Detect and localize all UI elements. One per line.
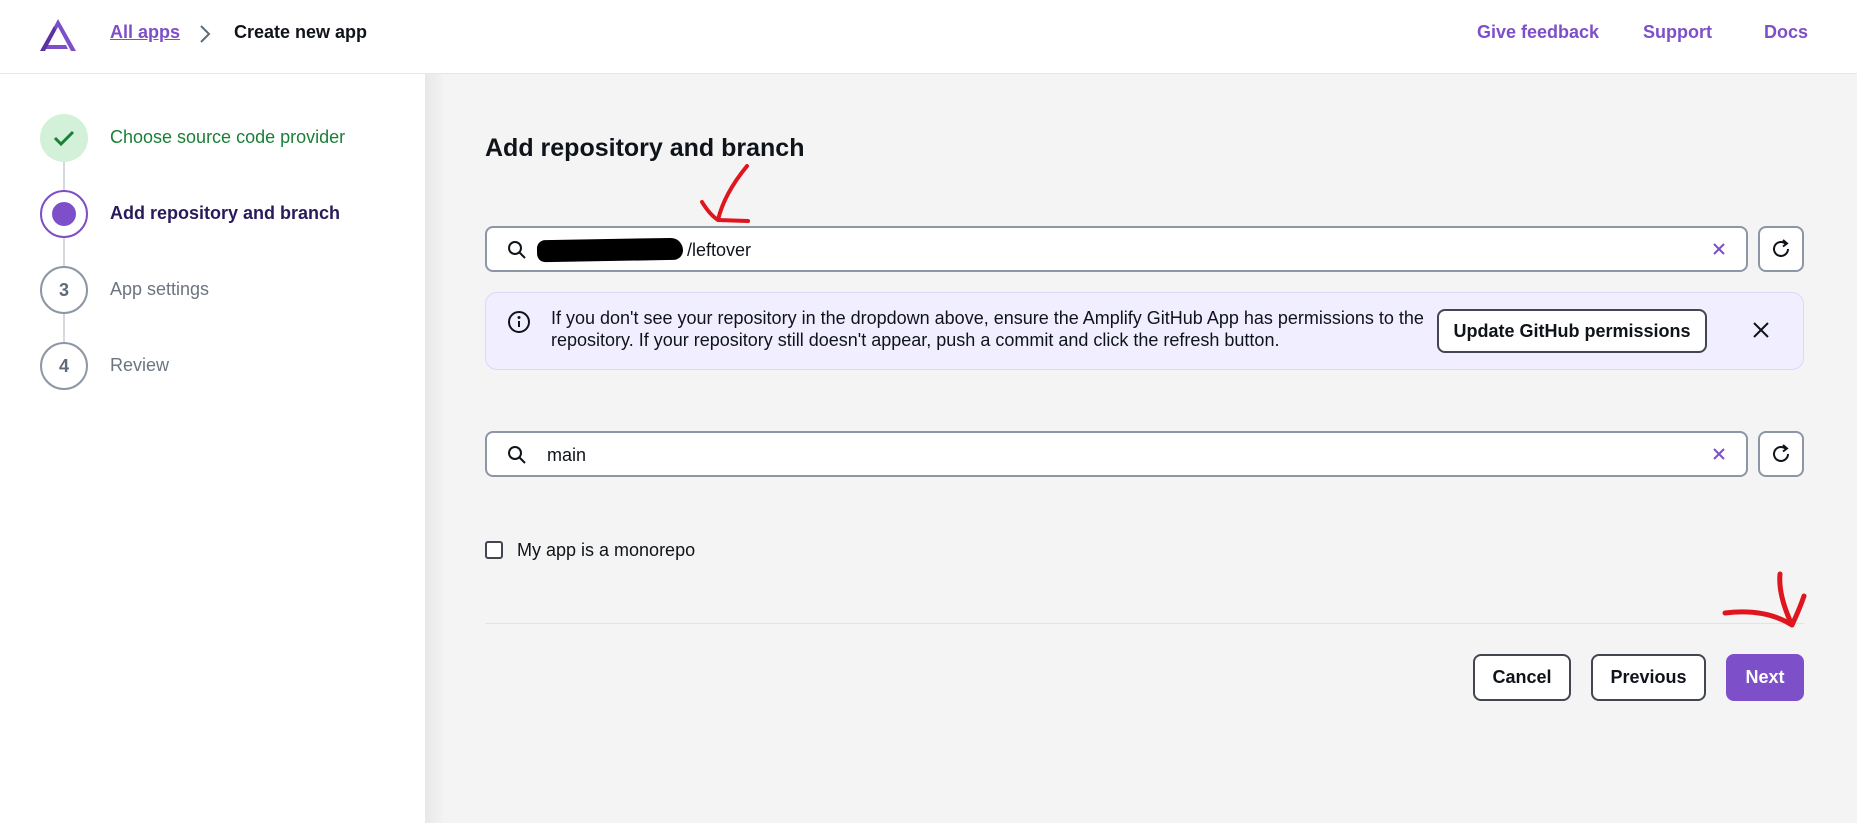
amplify-logo-icon[interactable]	[38, 18, 78, 52]
close-icon[interactable]	[1748, 317, 1774, 343]
clear-icon[interactable]	[1712, 447, 1726, 461]
refresh-icon	[1773, 444, 1789, 462]
chevron-right-icon	[200, 25, 211, 43]
wizard-steps-sidebar: Choose source code provider Add reposito…	[0, 74, 425, 823]
refresh-icon	[1773, 239, 1789, 257]
update-github-permissions-button[interactable]: Update GitHub permissions	[1437, 309, 1707, 353]
branch-refresh-button[interactable]	[1758, 431, 1804, 477]
redaction-mark	[536, 237, 684, 263]
repository-value: /leftover	[687, 240, 752, 260]
support-link[interactable]: Support	[1643, 22, 1712, 43]
search-icon	[508, 241, 526, 259]
step-3-indicator: 3	[40, 266, 88, 314]
info-icon	[508, 311, 530, 333]
panel-shadow	[425, 74, 445, 823]
breadcrumb-all-apps-link[interactable]: All apps	[110, 22, 180, 43]
page-title: Add repository and branch	[485, 134, 805, 162]
step-1-label[interactable]: Choose source code provider	[110, 127, 345, 148]
step-3-label: App settings	[110, 279, 210, 299]
branch-search-input[interactable]: main	[485, 431, 1748, 477]
active-step-dot	[52, 202, 76, 226]
annotation-arrow	[1722, 571, 1807, 628]
clear-icon[interactable]	[1712, 242, 1726, 256]
github-permissions-alert: If you don't see your repository in the …	[485, 292, 1804, 370]
alert-message: If you don't see your repository in the …	[551, 308, 1424, 350]
search-icon	[508, 446, 526, 464]
breadcrumb-current: Create new app	[234, 22, 368, 42]
top-header: All apps Create new app Give feedback Su…	[0, 0, 1857, 74]
monorepo-checkbox-label[interactable]: My app is a monorepo	[517, 540, 695, 561]
repository-refresh-button[interactable]	[1758, 226, 1804, 272]
step-4-label: Review	[110, 355, 170, 375]
next-button[interactable]: Next	[1726, 654, 1804, 701]
step-2-label: Add repository and branch	[110, 203, 341, 223]
step-2-indicator	[40, 190, 88, 238]
step-1-indicator	[40, 114, 88, 162]
give-feedback-link[interactable]: Give feedback	[1477, 22, 1599, 43]
monorepo-checkbox[interactable]	[485, 541, 503, 559]
step-4-indicator: 4	[40, 342, 88, 390]
step-connector	[63, 314, 65, 342]
form-divider	[485, 623, 1804, 624]
branch-value: main	[547, 445, 587, 465]
step-connector	[63, 162, 65, 190]
cancel-button[interactable]: Cancel	[1473, 654, 1571, 701]
previous-button[interactable]: Previous	[1591, 654, 1706, 701]
check-icon	[53, 130, 75, 147]
step-connector	[63, 238, 65, 266]
annotation-checkmark	[700, 164, 750, 223]
docs-link[interactable]: Docs	[1764, 22, 1808, 43]
